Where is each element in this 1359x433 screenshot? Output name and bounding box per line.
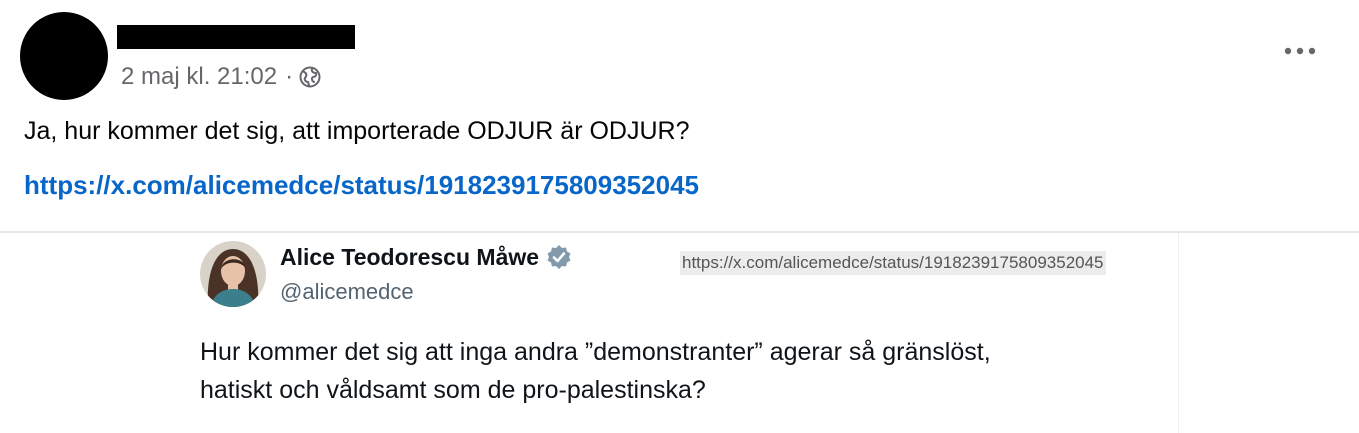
tweet-text-line: hatiskt och våldsamt som de pro-palestin… bbox=[200, 376, 706, 404]
facebook-post: 2 maj kl. 21:02 · Ja, hur kommer det sig… bbox=[0, 0, 1359, 433]
meta-separator: · bbox=[285, 63, 294, 90]
tweet-author-name: Alice Teodorescu Måwe bbox=[280, 243, 573, 271]
tweet-text: Hur kommer det sig att inga andra ”demon… bbox=[200, 333, 1160, 409]
tweet-url-stamp: https://x.com/alicemedce/status/19182391… bbox=[680, 251, 1106, 275]
post-meta: 2 maj kl. 21:02 · bbox=[121, 62, 321, 92]
author-name-redacted[interactable] bbox=[117, 25, 355, 49]
tweet-author-avatar bbox=[200, 241, 266, 307]
post-text: Ja, hur kommer det sig, att importerade … bbox=[24, 117, 690, 145]
embedded-tweet-screenshot[interactable]: Alice Teodorescu Måwe @alicemedce https:… bbox=[178, 233, 1179, 433]
tweet-text-line: Hur kommer det sig att inga andra ”demon… bbox=[200, 338, 991, 366]
globe-icon bbox=[299, 66, 321, 88]
more-options-icon[interactable] bbox=[1280, 36, 1320, 66]
tweet-author-handle: @alicemedce bbox=[280, 279, 414, 304]
post-link[interactable]: https://x.com/alicemedce/status/19182391… bbox=[24, 170, 699, 201]
author-avatar-redacted[interactable] bbox=[20, 12, 108, 100]
verified-badge-icon bbox=[545, 243, 573, 271]
tweet-author-name-text: Alice Teodorescu Måwe bbox=[280, 243, 540, 270]
post-timestamp[interactable]: 2 maj kl. 21:02 bbox=[121, 63, 277, 91]
